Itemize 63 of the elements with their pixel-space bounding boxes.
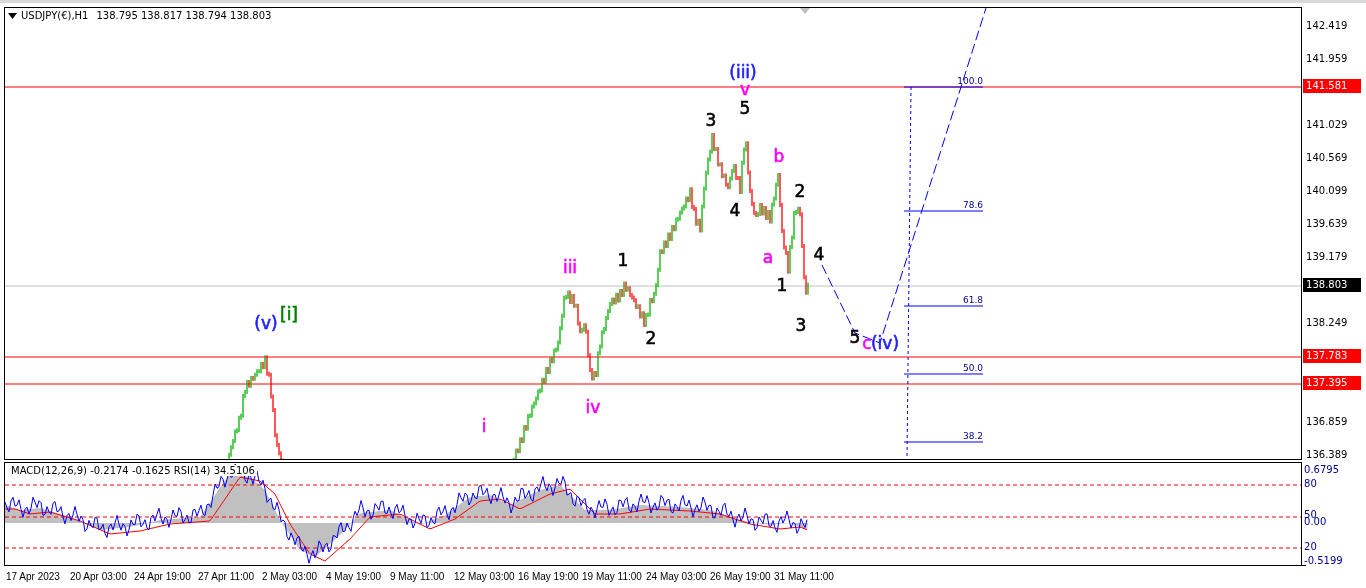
wave-label: 2 <box>794 181 806 201</box>
chart-shift-marker-icon <box>800 8 810 14</box>
time-tick-label: 4 May 19:00 <box>325 571 382 582</box>
wave-label: (v) <box>254 313 278 333</box>
indicator-tick-label: 0.00 <box>1304 516 1327 529</box>
time-tick-label: 24 Apr 19:00 <box>133 571 191 582</box>
price-tick-label: 136.389 <box>1306 448 1348 462</box>
wave-label: 4 <box>729 200 741 220</box>
wave-label: 2 <box>645 328 657 348</box>
wave-label: 1 <box>776 275 788 295</box>
wave-label: i <box>481 416 487 436</box>
price-tick-label: 140.099 <box>1306 184 1348 198</box>
wave-label: 1 <box>617 250 629 270</box>
fib-level-label: 38.2 <box>961 431 983 442</box>
wave-label: 4 <box>813 244 825 264</box>
wave-label: 5 <box>739 98 751 118</box>
fib-level-label: 50.0 <box>961 363 983 374</box>
time-tick-label: 24 May 03:00 <box>645 571 707 582</box>
wave-label: a <box>762 247 774 267</box>
price-marker: 141.581 <box>1303 79 1362 93</box>
time-tick-label: 27 Apr 11:00 <box>197 571 254 582</box>
wave-label: v <box>739 79 751 99</box>
indicator-tick-label: -0.5199 <box>1304 554 1343 568</box>
price-tick-label: 138.249 <box>1306 316 1348 330</box>
price-marker: 137.783 <box>1303 349 1362 363</box>
time-tick-label: 12 May 03:00 <box>453 571 515 582</box>
wave-label: iv <box>585 397 601 417</box>
time-tick-label: 31 May 11:00 <box>773 571 834 582</box>
dropdown-triangle-icon <box>8 12 17 19</box>
time-tick-label: 19 May 11:00 <box>581 571 642 582</box>
wave-label: 5 <box>849 327 861 347</box>
price-marker: 138.803 <box>1303 278 1362 292</box>
wave-label: c <box>862 333 872 353</box>
time-tick-label: 26 May 19:00 <box>709 571 771 582</box>
indicator-title: MACD(12,26,9) -0.2174 -0.1625 RSI(14) 34.5106 <box>9 465 257 476</box>
time-tick-label: 2 May 03:00 <box>261 571 318 582</box>
indicator-tick-label: 0.6795 <box>1304 463 1340 477</box>
time-tick-label: 17 Apr 2023 <box>5 571 60 582</box>
fib-level-label: 61.8 <box>961 295 983 306</box>
wave-label: b <box>773 146 785 166</box>
price-tick-label: 141.959 <box>1306 52 1348 66</box>
wave-label: (iii) <box>729 62 757 82</box>
price-tick-label: 141.029 <box>1306 118 1348 132</box>
price-marker: 137.395 <box>1303 376 1362 390</box>
wave-label: 3 <box>705 110 717 130</box>
wave-label: [i] <box>280 304 298 324</box>
quote-values: 138.795 138.817 138.794 138.803 <box>96 10 272 21</box>
fib-level-label: 100.0 <box>956 76 983 87</box>
price-tick-label: 136.859 <box>1306 415 1348 429</box>
fib-level-label: 78.6 <box>961 200 983 211</box>
time-tick-label: 16 May 19:00 <box>517 571 579 582</box>
price-tick-label: 139.639 <box>1306 217 1348 231</box>
symbol-label: USDJPY(€),H1 <box>21 10 89 21</box>
time-tick-label: 20 Apr 03:00 <box>69 571 127 582</box>
price-tick-label: 139.179 <box>1306 250 1348 264</box>
price-tick-label: 140.569 <box>1306 151 1348 165</box>
wave-label: 3 <box>795 315 807 335</box>
indicator-tick-label: 20 <box>1304 540 1317 554</box>
wave-label: (iv) <box>870 333 900 353</box>
wave-label: iii <box>562 257 578 277</box>
price-tick-label: 142.419 <box>1306 19 1348 33</box>
time-tick-label: 9 May 11:00 <box>389 571 445 582</box>
indicator-tick-label: 80 <box>1304 477 1317 491</box>
